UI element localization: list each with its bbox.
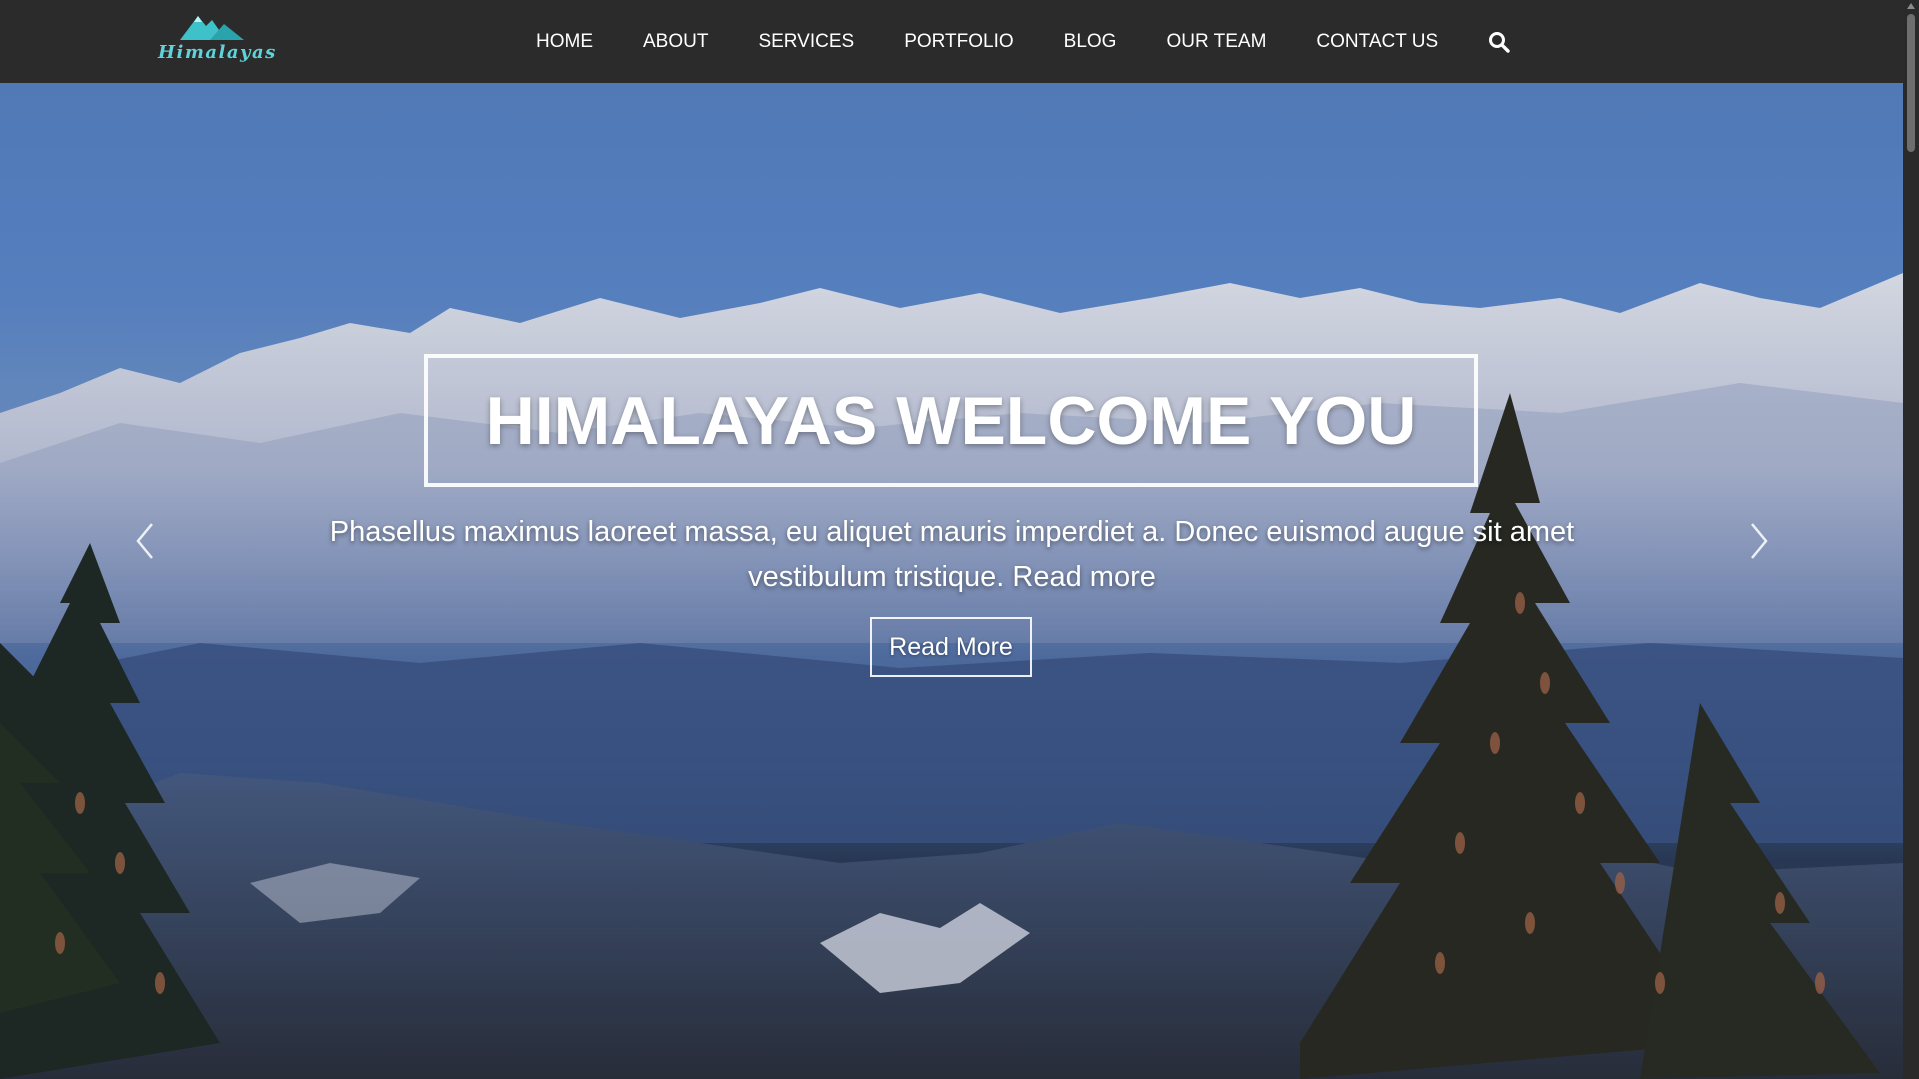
hero-subtitle: Phasellus maximus laoreet massa, eu aliq…: [329, 516, 1575, 593]
site-header: Himalayas HOME ABOUT SERVICES PORTFOLIO …: [0, 0, 1903, 83]
search-icon[interactable]: [1488, 31, 1510, 53]
nav-blog[interactable]: BLOG: [1064, 31, 1117, 53]
chevron-right-icon[interactable]: [1744, 516, 1774, 566]
logo-text: Himalayas: [158, 42, 277, 63]
nav-about[interactable]: ABOUT: [643, 31, 708, 53]
nav-home[interactable]: HOME: [536, 31, 593, 53]
nav-services[interactable]: SERVICES: [758, 31, 854, 53]
nav-contact-us[interactable]: CONTACT US: [1316, 31, 1438, 53]
mountain-logo-icon: [180, 16, 244, 40]
nav-our-team[interactable]: OUR TEAM: [1166, 31, 1266, 53]
hero-slider: HIMALAYAS WELCOME YOU Phasellus maximus …: [0, 83, 1903, 1079]
scrollbar-thumb[interactable]: [1907, 14, 1915, 152]
main-nav: HOME ABOUT SERVICES PORTFOLIO BLOG OUR T…: [536, 0, 1510, 83]
nav-portfolio[interactable]: PORTFOLIO: [904, 31, 1013, 53]
read-more-button[interactable]: Read More: [870, 617, 1032, 677]
hero-title: HIMALAYAS WELCOME YOU: [485, 382, 1417, 459]
chevron-left-icon[interactable]: [130, 516, 160, 566]
vertical-scrollbar[interactable]: [1903, 0, 1919, 1079]
scroll-up-arrow-icon[interactable]: [1907, 3, 1915, 9]
site-logo[interactable]: Himalayas: [158, 12, 277, 72]
hero-title-box: HIMALAYAS WELCOME YOU: [424, 354, 1478, 487]
